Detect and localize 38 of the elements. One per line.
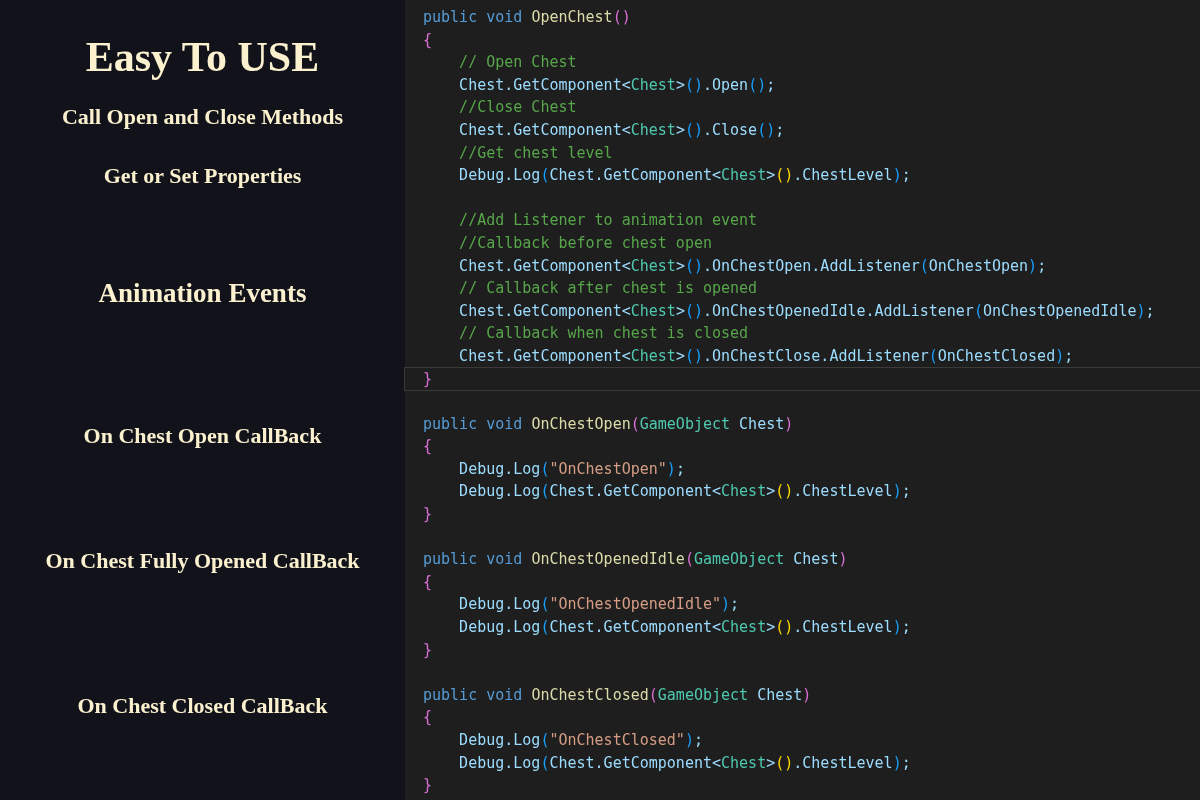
code-line: Debug.Log(Chest.GetComponent<Chest>().ChestLevel);: [458, 165, 912, 187]
code-line: Debug.Log("OnChestOpenedIdle");: [458, 594, 741, 616]
code-line: Chest.GetComponent<Chest>().OnChestClose.AddListener(OnChestClosed);: [458, 345, 1075, 367]
code-line: {: [423, 436, 434, 458]
code-line: //Callback before chest open: [458, 232, 713, 254]
code-line: // Callback when chest is closed: [458, 323, 750, 345]
feature-label: Call Open and Close Methods: [61, 103, 344, 131]
feature-label: Get or Set Properties: [103, 162, 302, 190]
feature-label: On Chest Fully Opened CallBack: [45, 547, 360, 575]
code-line: {: [423, 571, 434, 593]
code-line: // Callback after chest is opened: [458, 278, 759, 300]
code-line: Chest.GetComponent<Chest>().OnChestOpen.AddListener(OnChestOpen);: [458, 255, 1048, 277]
code-line: public void OpenChest(): [423, 7, 632, 28]
code-line: }: [405, 367, 1200, 391]
code-line: Debug.Log(Chest.GetComponent<Chest>().ChestLevel);: [458, 752, 912, 774]
code-line: public void OnChestOpenedIdle(GameObject Chest): [423, 549, 849, 571]
code-line: Debug.Log("OnChestOpen");: [458, 458, 686, 480]
code-line: Debug.Log("OnChestClosed");: [458, 730, 704, 751]
code-line: }: [423, 639, 434, 661]
code-line: public void OnChestOpen(GameObject Chest): [423, 413, 795, 435]
code-line: {: [423, 29, 434, 51]
code-line: public void OnChestClosed(GameObject Chest): [423, 684, 813, 706]
feature-title: Easy To USE: [85, 33, 320, 82]
code-line: {: [423, 707, 434, 729]
code-line: // Open Chest: [458, 52, 578, 74]
code-line: Chest.GetComponent<Chest>().Close();: [458, 119, 786, 141]
code-line: Chest.GetComponent<Chest>().OnChestOpenedIdle.AddListener(OnChestOpenedIdle);: [458, 300, 1156, 322]
code-line: Chest.GetComponent<Chest>().Open();: [458, 74, 777, 96]
feature-label: On Chest Open CallBack: [83, 422, 322, 450]
feature-label: On Chest Closed CallBack: [77, 692, 328, 720]
code-line: //Get chest level: [458, 142, 614, 164]
code-line: //Close Chest: [458, 97, 578, 119]
code-line: Debug.Log(Chest.GetComponent<Chest>().ChestLevel);: [458, 481, 912, 503]
code-line: Debug.Log(Chest.GetComponent<Chest>().ChestLevel);: [458, 617, 912, 639]
code-line: }: [423, 775, 434, 797]
feature-label: Animation Events: [98, 278, 307, 308]
code-line: //Add Listener to animation event: [458, 210, 759, 232]
code-line: }: [423, 504, 434, 526]
